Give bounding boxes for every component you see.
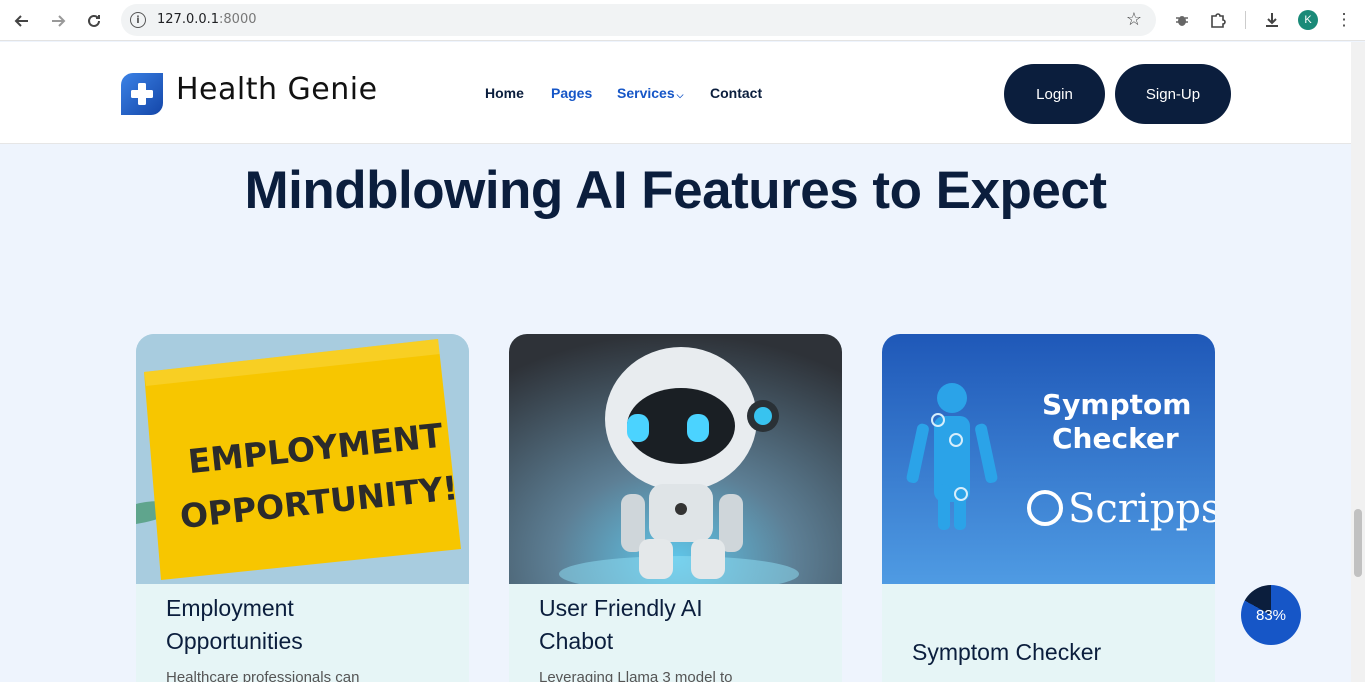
employment-image: EMPLOYMENT OPPORTUNITY!: [136, 334, 469, 584]
scroll-progress-label: 83%: [1255, 606, 1287, 624]
card-title: User Friendly AI Chabot: [539, 595, 703, 654]
brand-name[interactable]: Health Genie: [176, 72, 378, 107]
symptom-image-line1: Symptom: [1042, 388, 1191, 421]
symptom-image-line2: Checker: [1052, 422, 1179, 455]
more-menu-icon[interactable]: ⋮: [1333, 9, 1355, 31]
nav-contact[interactable]: Contact: [710, 85, 762, 101]
scrollbar-thumb[interactable]: [1354, 509, 1362, 577]
card-description: Healthcare professionals can: [166, 669, 360, 682]
back-icon[interactable]: [9, 8, 35, 34]
chevron-down-icon: ⌵: [676, 90, 684, 100]
card-title: Employment Opportunities: [166, 595, 303, 654]
login-button[interactable]: Login: [1004, 64, 1105, 124]
reload-icon[interactable]: [81, 8, 107, 34]
feature-card-employment[interactable]: EMPLOYMENT OPPORTUNITY! Employment Opport…: [136, 334, 469, 682]
bug-extension-icon[interactable]: [1171, 9, 1193, 31]
nav-pages[interactable]: Pages: [551, 85, 592, 101]
section-title: Mindblowing AI Features to Expect: [244, 161, 1108, 220]
page-scrollbar[interactable]: [1351, 42, 1365, 682]
site-header: Health Genie Home Pages Services ⌵ Contac…: [0, 42, 1351, 144]
scripps-logo-text: Scripps: [1068, 486, 1215, 532]
browser-toolbar: i 127.0.0.1:8000 ☆ K ⋮: [0, 0, 1365, 41]
site-info-icon[interactable]: i: [130, 12, 146, 28]
bookmark-star-icon[interactable]: ☆: [1126, 9, 1142, 30]
nav-services-label: Services: [617, 85, 675, 101]
forward-icon[interactable]: [45, 8, 71, 34]
puzzle-extensions-icon[interactable]: [1207, 9, 1229, 31]
signup-button[interactable]: Sign-Up: [1115, 64, 1231, 124]
scroll-progress-indicator[interactable]: 83%: [1241, 585, 1301, 645]
card-title: Symptom Checker: [912, 639, 1102, 665]
profile-avatar[interactable]: K: [1298, 10, 1318, 30]
nav-home[interactable]: Home: [485, 85, 524, 101]
feature-card-chatbot[interactable]: User Friendly AI Chabot Leveraging Llama …: [509, 334, 842, 682]
toolbar-divider: [1245, 11, 1246, 29]
robot-image: [509, 334, 842, 592]
url-text: 127.0.0.1:8000: [157, 12, 257, 27]
card-description: Leveraging Llama 3 model to: [539, 669, 733, 682]
symptom-checker-image: Symptom Checker Scripps: [882, 334, 1215, 584]
address-bar[interactable]: i 127.0.0.1:8000 ☆: [121, 4, 1156, 36]
nav-services[interactable]: Services ⌵: [617, 85, 683, 101]
health-genie-logo-icon[interactable]: [121, 73, 163, 115]
feature-card-symptom-checker[interactable]: Symptom Checker Scripps Symptom Checker: [882, 334, 1215, 682]
download-icon[interactable]: [1261, 9, 1283, 31]
